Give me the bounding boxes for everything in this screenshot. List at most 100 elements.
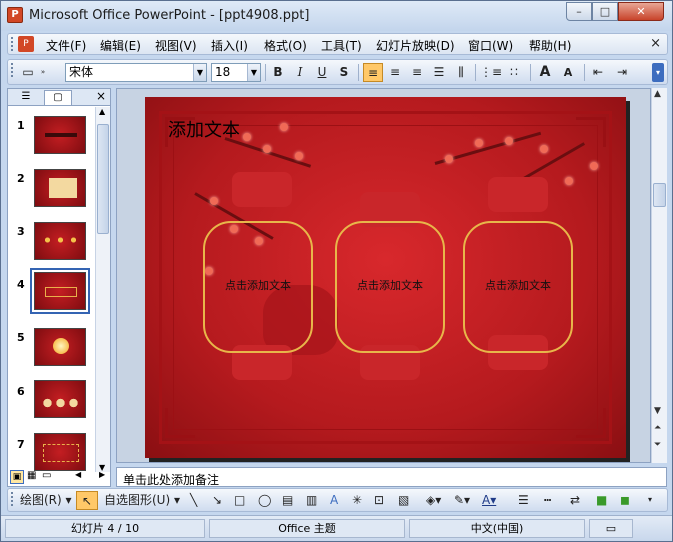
minimize-button[interactable]: – <box>566 2 592 21</box>
increase-font-size-button[interactable]: A <box>535 63 555 82</box>
wordart-icon[interactable]: A <box>330 491 338 509</box>
menu-slideshow[interactable]: 幻灯片放映(D) <box>376 37 455 54</box>
numbered-list-icon[interactable]: ⋮≡ <box>480 63 502 82</box>
document-close-icon[interactable]: × <box>650 36 661 51</box>
text-placeholder-1[interactable]: 点击添加文本 <box>203 277 313 293</box>
line-tool-icon[interactable]: ╲ <box>190 491 197 509</box>
shadow-style-icon[interactable]: ■ <box>596 491 607 509</box>
font-size-select[interactable]: 18 ▼ <box>211 63 261 82</box>
menu-insert[interactable]: 插入(I) <box>211 37 248 54</box>
arrow-tool-icon[interactable]: ↘ <box>212 491 222 509</box>
slide-thumbnail-2[interactable] <box>34 169 86 207</box>
slide-thumbnail-4-selected[interactable] <box>30 268 90 314</box>
menu-help[interactable]: 帮助(H) <box>529 37 571 54</box>
align-center-icon[interactable]: ≡ <box>385 63 405 82</box>
powerpoint-window: P Microsoft Office PowerPoint - [ppt4908… <box>0 0 673 542</box>
select-objects-icon[interactable]: ↖ <box>76 491 98 510</box>
slide-thumbnail-5[interactable] <box>34 328 86 366</box>
scroll-left-icon[interactable]: ◀ <box>75 470 81 479</box>
justify-icon[interactable]: ☰ <box>429 63 449 82</box>
decrease-indent-icon[interactable]: ⇤ <box>588 63 608 82</box>
picture-icon[interactable]: ▧ <box>398 491 409 509</box>
font-color-icon[interactable]: A▾ <box>482 491 496 509</box>
rectangle-tool-icon[interactable]: □ <box>234 491 245 509</box>
toolbar-grip[interactable] <box>11 63 15 77</box>
textbox-tool-icon[interactable]: ▤ <box>282 491 293 509</box>
menu-edit[interactable]: 编辑(E) <box>100 37 141 54</box>
diagram-icon[interactable]: ✳ <box>352 491 362 509</box>
fill-color-icon[interactable]: ◈▾ <box>426 491 441 509</box>
underline-button[interactable]: U <box>312 63 332 82</box>
document-icon[interactable]: P <box>18 36 34 52</box>
powerpoint-app-icon[interactable]: P <box>7 7 23 23</box>
autoshapes-menu-button[interactable]: 自选图形(U) ▾ <box>104 491 180 509</box>
line-style-icon[interactable]: ☰ <box>518 491 529 509</box>
align-left-icon[interactable]: ≡ <box>363 63 383 82</box>
vertical-text-icon[interactable]: ⫼ <box>451 63 471 82</box>
scrollbar-thumb[interactable] <box>653 183 666 207</box>
menu-format[interactable]: 格式(O) <box>264 37 307 54</box>
font-name-select[interactable]: 宋体 ▼ <box>65 63 207 82</box>
slide-thumbnail-6[interactable] <box>34 380 86 418</box>
normal-view-icon[interactable]: ▣ <box>10 470 24 484</box>
menu-view[interactable]: 视图(V) <box>155 37 197 54</box>
frame-corner <box>576 408 606 438</box>
scrollbar-thumb[interactable] <box>97 124 109 234</box>
toolbar-grip[interactable] <box>11 37 15 51</box>
status-bar: 幻灯片 4 / 10 Office 主题 中文(中国) ▭ <box>1 515 672 541</box>
thumbnail-content <box>41 395 81 411</box>
chevron-down-icon[interactable]: ▼ <box>193 64 206 81</box>
previous-slide-icon[interactable]: ⏶ <box>654 423 661 433</box>
tab-outline[interactable]: ☰ <box>12 90 40 105</box>
slide-thumbnail-1[interactable] <box>34 116 86 154</box>
panel-close-icon[interactable]: × <box>96 89 106 103</box>
decrease-font-size-button[interactable]: A <box>558 63 578 82</box>
shadow-button[interactable]: S <box>334 63 354 82</box>
slides-panel-scrollbar[interactable]: ▲ ▼ <box>95 107 110 472</box>
tab-slides[interactable]: ▢ <box>44 90 72 105</box>
maximize-button[interactable]: □ <box>592 2 618 21</box>
text-placeholder-3[interactable]: 点击添加文本 <box>463 277 573 293</box>
bold-button[interactable]: B <box>268 63 288 82</box>
arrow-style-icon[interactable]: ⇄ <box>570 491 580 509</box>
align-right-icon[interactable]: ≡ <box>407 63 427 82</box>
dash-style-icon[interactable]: ┅ <box>544 491 551 509</box>
scroll-right-icon[interactable]: ▶ <box>99 470 105 479</box>
notes-placeholder[interactable]: 单击此处添加备注 <box>123 471 219 488</box>
close-button[interactable]: ✕ <box>618 2 664 21</box>
slide-sorter-view-icon[interactable]: ▦ <box>27 470 36 481</box>
scroll-down-icon[interactable]: ▼ <box>654 406 661 416</box>
toolbar-options-icon[interactable]: ▾ <box>648 491 652 509</box>
next-slide-icon[interactable]: ⏷ <box>654 440 661 450</box>
oval-tool-icon[interactable]: ◯ <box>258 491 271 509</box>
increase-indent-icon[interactable]: ⇥ <box>612 63 632 82</box>
toolbar-divider <box>358 64 359 81</box>
toolbar-grip[interactable] <box>11 492 15 506</box>
clipart-icon[interactable]: ⊡ <box>374 491 384 509</box>
bullet-list-icon[interactable]: ∷ <box>504 63 524 82</box>
slide-thumbnail-3[interactable] <box>34 222 86 260</box>
line-color-icon[interactable]: ✎▾ <box>454 491 470 509</box>
italic-button[interactable]: I <box>290 63 310 82</box>
menu-tools[interactable]: 工具(T) <box>321 37 362 54</box>
theme-name: Office 主题 <box>209 519 405 538</box>
slide-thumbnail-7[interactable] <box>34 433 86 471</box>
toolbar-options-icon[interactable]: ▾ <box>652 63 664 82</box>
chevron-down-icon[interactable]: ▼ <box>247 64 260 81</box>
slideshow-view-icon[interactable]: ▭ <box>42 470 51 481</box>
scroll-up-icon[interactable]: ▲ <box>99 107 105 116</box>
draw-menu-button[interactable]: 绘图(R) ▾ <box>20 491 72 509</box>
spelling-status-icon[interactable]: ▭ <box>589 519 633 538</box>
notes-pane[interactable]: 单击此处添加备注 <box>116 467 667 487</box>
toolbar-options-chevron-icon[interactable]: » <box>38 63 48 82</box>
slide-canvas[interactable]: 点击添加文本 点击添加文本 点击添加文本 添加文本 <box>145 97 626 458</box>
text-placeholder-2[interactable]: 点击添加文本 <box>335 277 445 293</box>
slide-title-placeholder[interactable]: 添加文本 <box>168 116 240 142</box>
scroll-up-icon[interactable]: ▲ <box>654 89 661 99</box>
menu-window[interactable]: 窗口(W) <box>468 37 513 54</box>
menu-file[interactable]: 文件(F) <box>46 37 86 54</box>
slide-area-scrollbar[interactable]: ▲ ▼ ⏶ ⏷ <box>651 88 667 463</box>
3d-style-icon[interactable]: ◼ <box>620 491 630 509</box>
new-document-icon[interactable]: ▭ <box>18 63 38 82</box>
vertical-textbox-icon[interactable]: ▥ <box>306 491 317 509</box>
